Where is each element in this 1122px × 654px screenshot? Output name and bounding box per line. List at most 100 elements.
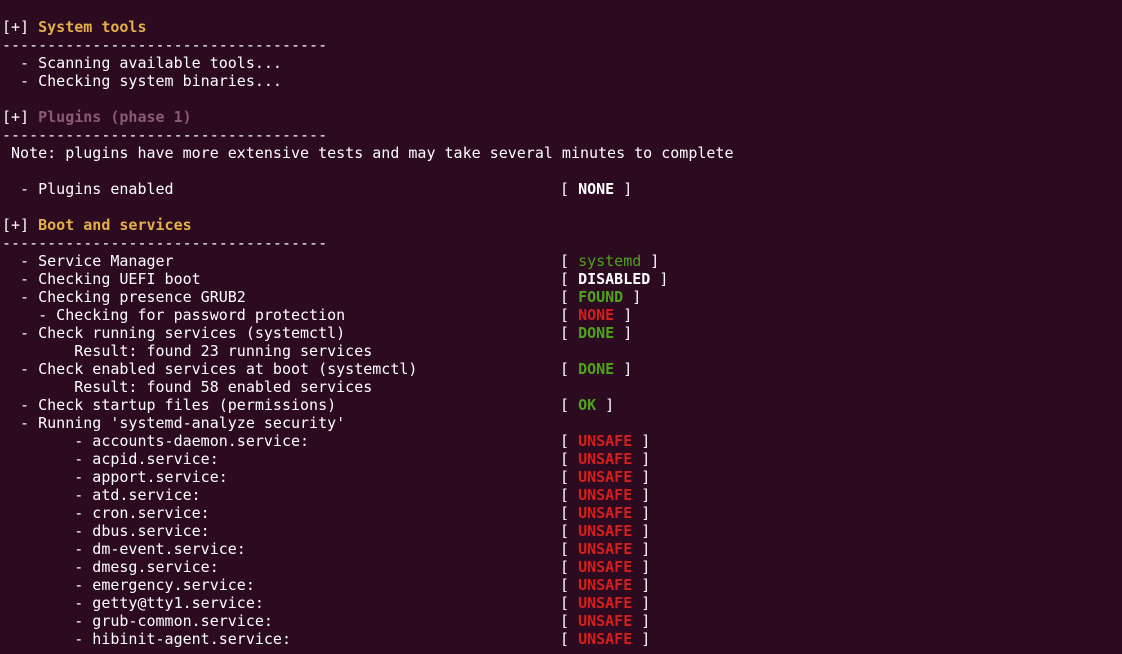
check-label: - apport.service: <box>2 468 228 486</box>
check-label: - Check enabled services at boot (system… <box>2 360 418 378</box>
bracket-close: ] <box>614 360 633 378</box>
output-line: - Scanning available tools... <box>0 54 1122 72</box>
bracket-close: ] <box>650 270 669 288</box>
bracket-open: [ <box>560 432 579 450</box>
check-line: - dm-event.service: [ UNSAFE ] <box>0 540 1122 558</box>
status-badge: [ DISABLED ] <box>560 270 668 288</box>
output-text: - Running 'systemd-analyze security' <box>2 414 346 432</box>
bracket-close: ] <box>632 612 651 630</box>
status-badge: [ UNSAFE ] <box>560 468 650 486</box>
bracket-close: ] <box>641 252 660 270</box>
bracket-open: [ <box>560 504 579 522</box>
output-line: Note: plugins have more extensive tests … <box>0 144 1122 162</box>
bracket-open: [ <box>560 630 579 648</box>
status-value: UNSAFE <box>578 504 633 522</box>
output-text: ------------------------------------ <box>2 36 328 54</box>
status-badge: [ UNSAFE ] <box>560 522 650 540</box>
check-line: - Check startup files (permissions) [ OK … <box>0 396 1122 414</box>
status-value: UNSAFE <box>578 594 633 612</box>
status-badge: [ UNSAFE ] <box>560 540 650 558</box>
section-header-text: [+] Boot and services <box>2 216 192 234</box>
bracket-close: ] <box>632 450 651 468</box>
bracket-open: [ <box>560 486 579 504</box>
bracket-open: [ <box>560 396 579 414</box>
check-line: - Checking presence GRUB2 [ FOUND ] <box>0 288 1122 306</box>
status-value: DONE <box>578 360 615 378</box>
bracket-open: [ <box>560 468 579 486</box>
output-text: ------------------------------------ <box>2 234 328 252</box>
check-label: - emergency.service: <box>2 576 255 594</box>
check-label: - atd.service: <box>2 486 201 504</box>
status-badge: [ UNSAFE ] <box>560 504 650 522</box>
check-line: - Check enabled services at boot (system… <box>0 360 1122 378</box>
status-value: UNSAFE <box>578 432 633 450</box>
status-badge: [ UNSAFE ] <box>560 594 650 612</box>
bracket-close: ] <box>614 306 633 324</box>
output-text: Result: found 23 running services <box>2 342 373 360</box>
output-text: Result: found 58 enabled services <box>2 378 373 396</box>
section-title: Plugins (phase 1) <box>38 108 192 126</box>
bracket-open: [ <box>560 450 579 468</box>
bracket-open: [ <box>560 180 579 198</box>
status-badge: [ OK ] <box>560 396 614 414</box>
section-title: Boot and services <box>38 216 192 234</box>
bracket-close: ] <box>632 540 651 558</box>
status-value: UNSAFE <box>578 576 633 594</box>
status-value: NONE <box>578 306 615 324</box>
check-label: - cron.service: <box>2 504 210 522</box>
status-value: UNSAFE <box>578 540 633 558</box>
status-badge: [ UNSAFE ] <box>560 576 650 594</box>
bracket-close: ] <box>632 504 651 522</box>
status-value: UNSAFE <box>578 468 633 486</box>
bracket-close: ] <box>596 396 615 414</box>
check-line: - Plugins enabled [ NONE ] <box>0 180 1122 198</box>
status-value: UNSAFE <box>578 558 633 576</box>
output-line: - Checking system binaries... <box>0 72 1122 90</box>
bracket-close: ] <box>632 468 651 486</box>
check-line: - Service Manager [ systemd ] <box>0 252 1122 270</box>
check-label: - Check startup files (permissions) <box>2 396 337 414</box>
section-header: [+] System tools <box>0 18 1122 36</box>
bracket-close: ] <box>614 180 633 198</box>
section-header-text: [+] System tools <box>2 18 147 36</box>
check-label: - grub-common.service: <box>2 612 273 630</box>
output-line: Result: found 23 running services <box>0 342 1122 360</box>
check-line: - grub-common.service: [ UNSAFE ] <box>0 612 1122 630</box>
status-badge: [ UNSAFE ] <box>560 450 650 468</box>
check-line: - dbus.service: [ UNSAFE ] <box>0 522 1122 540</box>
status-badge: [ DONE ] <box>560 360 632 378</box>
bracket-open: [ <box>560 576 579 594</box>
status-badge: [ FOUND ] <box>560 288 641 306</box>
check-label: - Checking UEFI boot <box>2 270 201 288</box>
check-label: - dbus.service: <box>2 522 210 540</box>
check-label: - Checking presence GRUB2 <box>2 288 246 306</box>
status-value: NONE <box>578 180 615 198</box>
bracket-close: ] <box>632 486 651 504</box>
check-label: - Check running services (systemctl) <box>2 324 346 342</box>
terminal-window[interactable]: [+] System tools ------------------------… <box>0 0 1122 654</box>
bracket-close: ] <box>632 558 651 576</box>
section-prefix: [+] <box>2 18 39 36</box>
check-line: - getty@tty1.service: [ UNSAFE ] <box>0 594 1122 612</box>
section-header: [+] Plugins (phase 1) <box>0 108 1122 126</box>
bracket-open: [ <box>560 540 579 558</box>
status-value: FOUND <box>578 288 624 306</box>
check-label: - Plugins enabled <box>2 180 174 198</box>
output-text: Note: plugins have more extensive tests … <box>2 144 734 162</box>
bracket-open: [ <box>560 288 579 306</box>
status-badge: [ UNSAFE ] <box>560 432 650 450</box>
status-value: DONE <box>578 324 615 342</box>
check-line: - Check running services (systemctl) [ DO… <box>0 324 1122 342</box>
bracket-open: [ <box>560 522 579 540</box>
bracket-close: ] <box>614 324 633 342</box>
status-value: DISABLED <box>578 270 651 288</box>
section-prefix: [+] <box>2 108 39 126</box>
bracket-close: ] <box>623 288 642 306</box>
status-badge: [ UNSAFE ] <box>560 486 650 504</box>
check-line: - acpid.service: [ UNSAFE ] <box>0 450 1122 468</box>
status-badge: [ NONE ] <box>560 180 632 198</box>
status-value: UNSAFE <box>578 486 633 504</box>
section-prefix: [+] <box>2 216 39 234</box>
